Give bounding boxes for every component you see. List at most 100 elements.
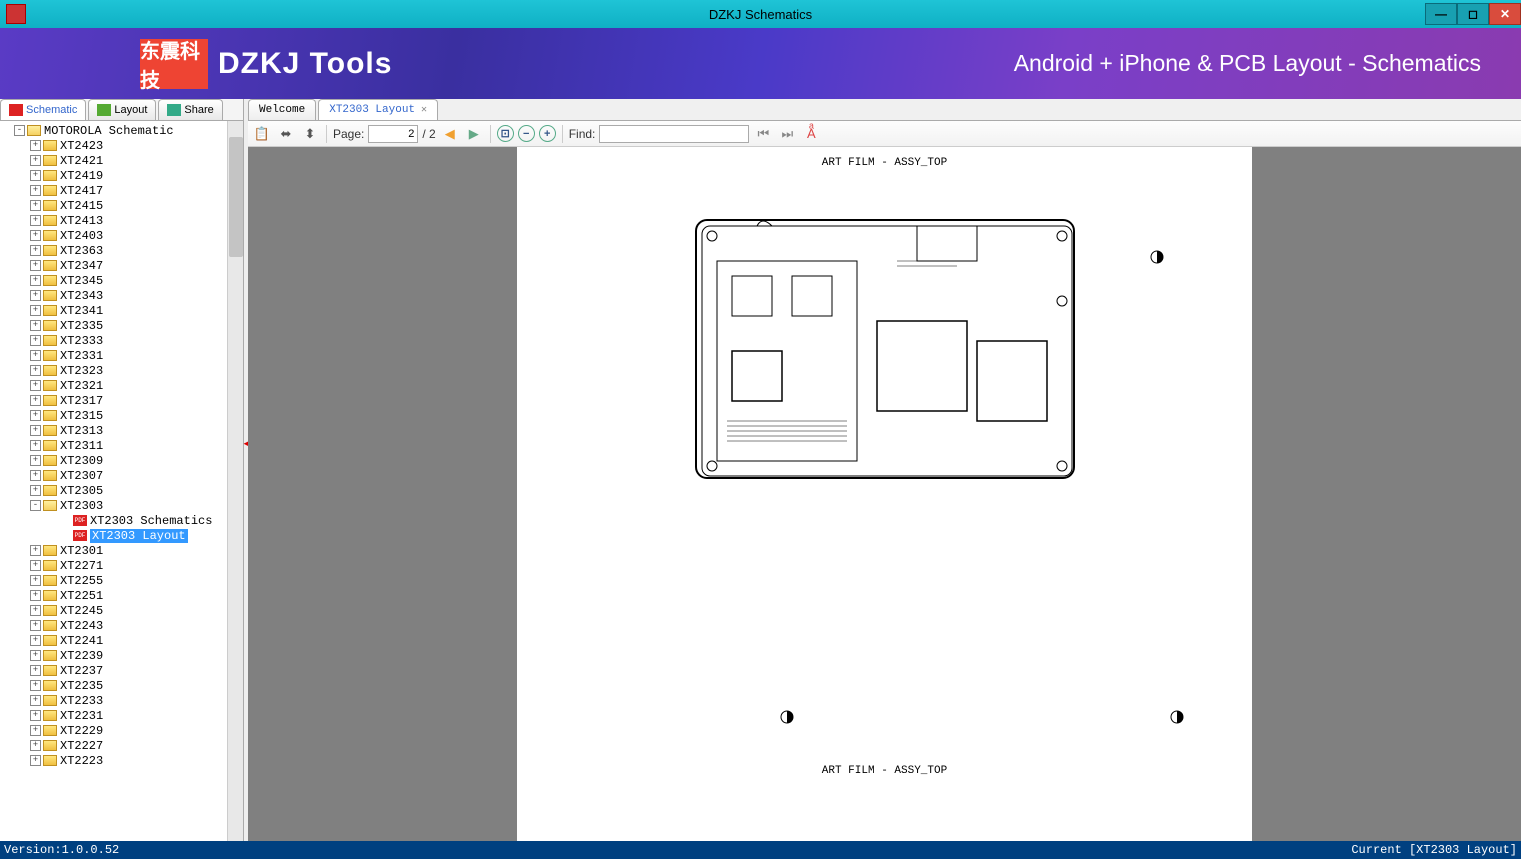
expand-icon[interactable]: + <box>30 185 41 196</box>
expand-icon[interactable]: + <box>30 455 41 466</box>
tree-item[interactable]: -XT2303 <box>0 498 243 513</box>
expand-icon[interactable]: + <box>30 650 41 661</box>
zoom-in-button[interactable]: + <box>539 125 556 142</box>
expand-icon[interactable]: + <box>30 425 41 436</box>
expand-icon[interactable]: + <box>30 155 41 166</box>
tree-item[interactable]: +XT2251 <box>0 588 243 603</box>
expand-icon[interactable]: + <box>30 320 41 331</box>
tree-item[interactable]: +XT2235 <box>0 678 243 693</box>
tree-item[interactable]: +XT2403 <box>0 228 243 243</box>
tree-item[interactable]: PDFXT2303 Layout <box>0 528 243 543</box>
scrollbar[interactable] <box>227 121 243 841</box>
expand-icon[interactable]: + <box>30 140 41 151</box>
tab-welcome[interactable]: Welcome <box>248 99 316 120</box>
text-tool-button[interactable]: Aͣ <box>801 124 821 144</box>
tree-item[interactable]: +XT2301 <box>0 543 243 558</box>
expand-icon[interactable]: + <box>30 350 41 361</box>
tree-item[interactable]: +XT2309 <box>0 453 243 468</box>
zoom-fit-button[interactable]: ⊡ <box>497 125 514 142</box>
tree-item[interactable]: +XT2233 <box>0 693 243 708</box>
tree-item[interactable]: +XT2323 <box>0 363 243 378</box>
tree-item[interactable]: +XT2315 <box>0 408 243 423</box>
tree-item[interactable]: +XT2415 <box>0 198 243 213</box>
expand-icon[interactable]: + <box>30 245 41 256</box>
expand-icon[interactable]: + <box>30 440 41 451</box>
close-button[interactable]: ✕ <box>1489 3 1521 25</box>
expand-icon[interactable]: + <box>30 365 41 376</box>
expand-icon[interactable]: + <box>30 620 41 631</box>
fit-page-button[interactable]: ⬍ <box>300 124 320 144</box>
next-page-button[interactable]: ▶ <box>464 124 484 144</box>
tab-share[interactable]: Share <box>158 99 222 120</box>
find-input[interactable] <box>599 125 749 143</box>
document-viewer[interactable]: ART FILM - ASSY_TOP <box>248 147 1521 841</box>
find-next-button[interactable]: ⏭ <box>777 124 797 144</box>
expand-icon[interactable]: + <box>30 200 41 211</box>
tree-item[interactable]: +XT2419 <box>0 168 243 183</box>
close-tab-icon[interactable]: ✕ <box>421 104 427 116</box>
tree-item[interactable]: -MOTOROLA Schematic <box>0 123 243 138</box>
tree-item[interactable]: +XT2229 <box>0 723 243 738</box>
expand-icon[interactable]: + <box>30 605 41 616</box>
tree-item[interactable]: +XT2237 <box>0 663 243 678</box>
tree-item[interactable]: +XT2255 <box>0 573 243 588</box>
find-prev-button[interactable]: ⏮ <box>753 124 773 144</box>
expand-icon[interactable]: + <box>30 410 41 421</box>
prev-page-button[interactable]: ◀ <box>440 124 460 144</box>
tree-item[interactable]: +XT2239 <box>0 648 243 663</box>
tree-item[interactable]: +XT2345 <box>0 273 243 288</box>
expand-icon[interactable]: + <box>30 560 41 571</box>
expand-icon[interactable]: + <box>30 590 41 601</box>
tree-item[interactable]: +XT2413 <box>0 213 243 228</box>
tree-item[interactable]: +XT2421 <box>0 153 243 168</box>
tree-item[interactable]: +XT2271 <box>0 558 243 573</box>
zoom-out-button[interactable]: − <box>518 125 535 142</box>
expand-icon[interactable]: + <box>30 635 41 646</box>
tree-item[interactable]: +XT2243 <box>0 618 243 633</box>
fit-width-button[interactable]: ⬌ <box>276 124 296 144</box>
expand-icon[interactable]: + <box>30 290 41 301</box>
expand-icon[interactable]: + <box>30 545 41 556</box>
expand-icon[interactable]: + <box>30 575 41 586</box>
expand-icon[interactable]: + <box>30 230 41 241</box>
tab-schematic[interactable]: Schematic <box>0 99 86 120</box>
tree-item[interactable]: PDFXT2303 Schematics <box>0 513 243 528</box>
tree-item[interactable]: +XT2307 <box>0 468 243 483</box>
expand-icon[interactable]: + <box>30 215 41 226</box>
expand-icon[interactable]: + <box>30 710 41 721</box>
tree-item[interactable]: +XT2417 <box>0 183 243 198</box>
expand-icon[interactable]: + <box>30 740 41 751</box>
expand-icon[interactable]: + <box>30 380 41 391</box>
tree-item[interactable]: +XT2423 <box>0 138 243 153</box>
collapse-icon[interactable]: - <box>14 125 25 136</box>
tree-item[interactable]: +XT2321 <box>0 378 243 393</box>
expand-icon[interactable]: + <box>30 725 41 736</box>
tree-item[interactable]: +XT2333 <box>0 333 243 348</box>
tree-item[interactable]: +XT2311 <box>0 438 243 453</box>
tree-view[interactable]: -MOTOROLA Schematic+XT2423+XT2421+XT2419… <box>0 121 243 841</box>
expand-icon[interactable]: + <box>30 170 41 181</box>
expand-icon[interactable]: + <box>30 485 41 496</box>
tree-item[interactable]: +XT2317 <box>0 393 243 408</box>
expand-icon[interactable]: + <box>30 275 41 286</box>
expand-icon[interactable]: + <box>30 260 41 271</box>
tree-item[interactable]: +XT2223 <box>0 753 243 768</box>
expand-icon[interactable]: + <box>30 395 41 406</box>
expand-icon[interactable]: + <box>30 695 41 706</box>
copy-button[interactable]: 📋 <box>252 124 272 144</box>
maximize-button[interactable]: ◻ <box>1457 3 1489 25</box>
tree-item[interactable]: +XT2227 <box>0 738 243 753</box>
tab-layout[interactable]: Layout <box>88 99 156 120</box>
expand-icon[interactable]: + <box>30 665 41 676</box>
collapse-icon[interactable]: - <box>30 500 41 511</box>
expand-icon[interactable]: + <box>30 470 41 481</box>
tree-item[interactable]: +XT2335 <box>0 318 243 333</box>
minimize-button[interactable]: — <box>1425 3 1457 25</box>
tree-item[interactable]: +XT2241 <box>0 633 243 648</box>
tree-item[interactable]: +XT2343 <box>0 288 243 303</box>
page-input[interactable] <box>368 125 418 143</box>
tree-item[interactable]: +XT2341 <box>0 303 243 318</box>
expand-icon[interactable]: + <box>30 680 41 691</box>
tree-item[interactable]: +XT2347 <box>0 258 243 273</box>
tab-xt2303-layout[interactable]: XT2303 Layout ✕ <box>318 99 438 120</box>
